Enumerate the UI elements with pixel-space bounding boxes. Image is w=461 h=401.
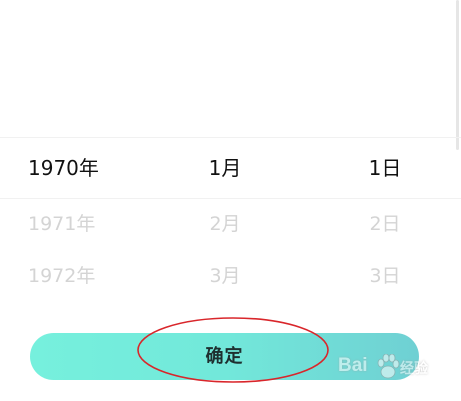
scrollbar[interactable] xyxy=(456,0,459,150)
day-selected[interactable]: 1日 xyxy=(340,138,430,198)
day-option[interactable]: 3日 xyxy=(340,250,430,302)
year-selected[interactable]: 1970年 xyxy=(28,138,138,198)
month-option[interactable]: 2月 xyxy=(180,198,270,250)
day-option[interactable]: 2日 xyxy=(340,198,430,250)
month-option[interactable]: 3月 xyxy=(180,250,270,302)
year-option[interactable]: 1971年 xyxy=(28,198,138,250)
year-option[interactable]: 1972年 xyxy=(28,250,138,302)
date-picker[interactable]: 1970年 1971年 1972年 1月 2月 3月 1日 2日 3日 xyxy=(0,138,461,308)
paw-icon xyxy=(377,354,400,379)
year-column[interactable]: 1970年 1971年 1972年 xyxy=(28,138,138,308)
month-selected[interactable]: 1月 xyxy=(180,138,270,198)
dialog-top-area xyxy=(0,0,461,137)
baidu-watermark: Bai 经验 xyxy=(336,352,446,386)
month-column[interactable]: 1月 2月 3月 xyxy=(180,138,270,308)
watermark-text-left: Bai xyxy=(338,355,368,376)
watermark-text-right: 经验 xyxy=(400,360,428,376)
day-column[interactable]: 1日 2日 3日 xyxy=(340,138,430,308)
